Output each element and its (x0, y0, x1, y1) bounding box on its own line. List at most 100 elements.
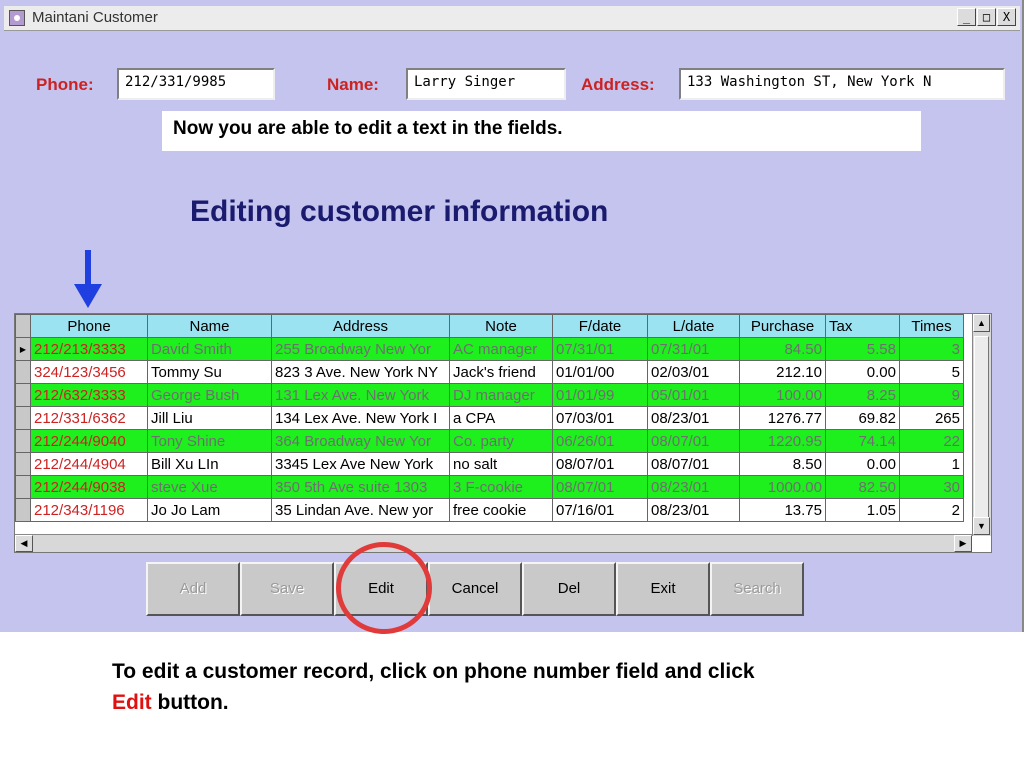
cell-address[interactable]: 35 Lindan Ave. New yor (271, 498, 450, 522)
cell-purchase[interactable]: 1220.95 (739, 429, 826, 453)
cell-tax[interactable]: 8.25 (825, 383, 900, 407)
cell-times[interactable]: 9 (899, 383, 964, 407)
cell-purchase[interactable]: 1276.77 (739, 406, 826, 430)
cell-address[interactable]: 131 Lex Ave. New York (271, 383, 450, 407)
cell-name[interactable]: Jo Jo Lam (147, 498, 272, 522)
vertical-scrollbar[interactable]: ▲ ▼ (972, 314, 991, 536)
cell-tax[interactable]: 69.82 (825, 406, 900, 430)
current-row-indicator-icon[interactable]: ▶ (15, 337, 31, 361)
column-header-tax[interactable]: Tax (825, 314, 900, 338)
row-indicator[interactable] (15, 383, 31, 407)
table-row[interactable]: 212/331/6362 Jill Liu 134 Lex Ave. New Yor… (15, 406, 964, 430)
cell-purchase[interactable]: 1000.00 (739, 475, 826, 499)
table-row[interactable]: 324/123/3456 Tommy Su 823 3 Ave. New York … (15, 360, 964, 384)
minimize-button[interactable]: _ (957, 8, 976, 26)
cell-tax[interactable]: 0.00 (825, 360, 900, 384)
cell-ldate[interactable]: 08/23/01 (647, 406, 740, 430)
cell-phone[interactable]: 212/331/6362 (30, 406, 148, 430)
column-header-times[interactable]: Times (899, 314, 964, 338)
column-header-purchase[interactable]: Purchase (739, 314, 826, 338)
cell-purchase[interactable]: 100.00 (739, 383, 826, 407)
cell-fdate[interactable]: 07/03/01 (552, 406, 648, 430)
phone-field[interactable]: 212/331/9985 (117, 68, 275, 100)
cell-note[interactable]: free cookie (449, 498, 553, 522)
cell-note[interactable]: Jack's friend (449, 360, 553, 384)
cell-times[interactable]: 265 (899, 406, 964, 430)
edit-button[interactable]: Edit (334, 562, 428, 616)
cell-phone[interactable]: 212/213/3333 (30, 337, 148, 361)
cell-tax[interactable]: 1.05 (825, 498, 900, 522)
column-header-phone[interactable]: Phone (30, 314, 148, 338)
cell-fdate[interactable]: 01/01/99 (552, 383, 648, 407)
cell-ldate[interactable]: 08/07/01 (647, 452, 740, 476)
cancel-button[interactable]: Cancel (428, 562, 522, 616)
cell-name[interactable]: steve Xue (147, 475, 272, 499)
cell-name[interactable]: George Bush (147, 383, 272, 407)
cell-phone[interactable]: 212/343/1196 (30, 498, 148, 522)
row-indicator[interactable] (15, 498, 31, 522)
table-row[interactable]: 212/632/3333 George Bush 131 Lex Ave. New … (15, 383, 964, 407)
row-indicator[interactable] (15, 406, 31, 430)
cell-phone[interactable]: 212/244/4904 (30, 452, 148, 476)
cell-times[interactable]: 5 (899, 360, 964, 384)
cell-ldate[interactable]: 05/01/01 (647, 383, 740, 407)
row-indicator[interactable] (15, 475, 31, 499)
cell-phone[interactable]: 212/244/9038 (30, 475, 148, 499)
close-button[interactable]: X (997, 8, 1016, 26)
cell-note[interactable]: AC manager (449, 337, 553, 361)
app-icon[interactable] (9, 10, 25, 26)
save-button[interactable]: Save (240, 562, 334, 616)
cell-tax[interactable]: 5.58 (825, 337, 900, 361)
cell-phone[interactable]: 212/632/3333 (30, 383, 148, 407)
add-button[interactable]: Add (146, 562, 240, 616)
table-row[interactable]: 212/244/9040 Tony Shine 364 Broadway New Y… (15, 429, 964, 453)
cell-fdate[interactable]: 06/26/01 (552, 429, 648, 453)
customer-grid[interactable]: Phone Name Address Note F/date L/date Pu… (14, 313, 992, 553)
cell-address[interactable]: 350 5th Ave suite 1303 (271, 475, 450, 499)
cell-phone[interactable]: 324/123/3456 (30, 360, 148, 384)
cell-address[interactable]: 134 Lex Ave. New York I (271, 406, 450, 430)
name-field[interactable]: Larry Singer (406, 68, 566, 100)
cell-phone[interactable]: 212/244/9040 (30, 429, 148, 453)
cell-address[interactable]: 823 3 Ave. New York NY (271, 360, 450, 384)
cell-address[interactable]: 3345 Lex Ave New York (271, 452, 450, 476)
cell-address[interactable]: 364 Broadway New Yor (271, 429, 450, 453)
scroll-down-icon[interactable]: ▼ (973, 517, 990, 535)
cell-ldate[interactable]: 08/23/01 (647, 475, 740, 499)
cell-note[interactable]: a CPA (449, 406, 553, 430)
table-row[interactable]: ▶ 212/213/3333 David Smith 255 Broadway New… (15, 337, 964, 361)
cell-name[interactable]: Bill Xu LIn (147, 452, 272, 476)
column-header-fdate[interactable]: F/date (552, 314, 648, 338)
cell-fdate[interactable]: 07/16/01 (552, 498, 648, 522)
cell-name[interactable]: David Smith (147, 337, 272, 361)
cell-fdate[interactable]: 07/31/01 (552, 337, 648, 361)
cell-fdate[interactable]: 08/07/01 (552, 475, 648, 499)
cell-name[interactable]: Tony Shine (147, 429, 272, 453)
cell-note[interactable]: no salt (449, 452, 553, 476)
column-header-address[interactable]: Address (271, 314, 450, 338)
cell-tax[interactable]: 82.50 (825, 475, 900, 499)
address-field[interactable]: 133 Washington ST, New York N (679, 68, 1005, 100)
vertical-scroll-thumb[interactable] (974, 336, 989, 521)
cell-name[interactable]: Tommy Su (147, 360, 272, 384)
cell-ldate[interactable]: 02/03/01 (647, 360, 740, 384)
scroll-right-icon[interactable]: ▶ (954, 535, 972, 552)
cell-times[interactable]: 1 (899, 452, 964, 476)
cell-fdate[interactable]: 08/07/01 (552, 452, 648, 476)
cell-ldate[interactable]: 08/07/01 (647, 429, 740, 453)
cell-times[interactable]: 22 (899, 429, 964, 453)
column-header-note[interactable]: Note (449, 314, 553, 338)
cell-address[interactable]: 255 Broadway New Yor (271, 337, 450, 361)
cell-times[interactable]: 3 (899, 337, 964, 361)
scroll-left-icon[interactable]: ◀ (15, 535, 33, 552)
cell-purchase[interactable]: 84.50 (739, 337, 826, 361)
cell-tax[interactable]: 74.14 (825, 429, 900, 453)
row-indicator[interactable] (15, 429, 31, 453)
cell-times[interactable]: 30 (899, 475, 964, 499)
cell-times[interactable]: 2 (899, 498, 964, 522)
cell-ldate[interactable]: 08/23/01 (647, 498, 740, 522)
cell-note[interactable]: DJ manager (449, 383, 553, 407)
scroll-up-icon[interactable]: ▲ (973, 314, 990, 332)
table-row[interactable]: 212/244/4904 Bill Xu LIn 3345 Lex Ave New … (15, 452, 964, 476)
horizontal-scrollbar[interactable]: ◀ ▶ (15, 534, 972, 552)
